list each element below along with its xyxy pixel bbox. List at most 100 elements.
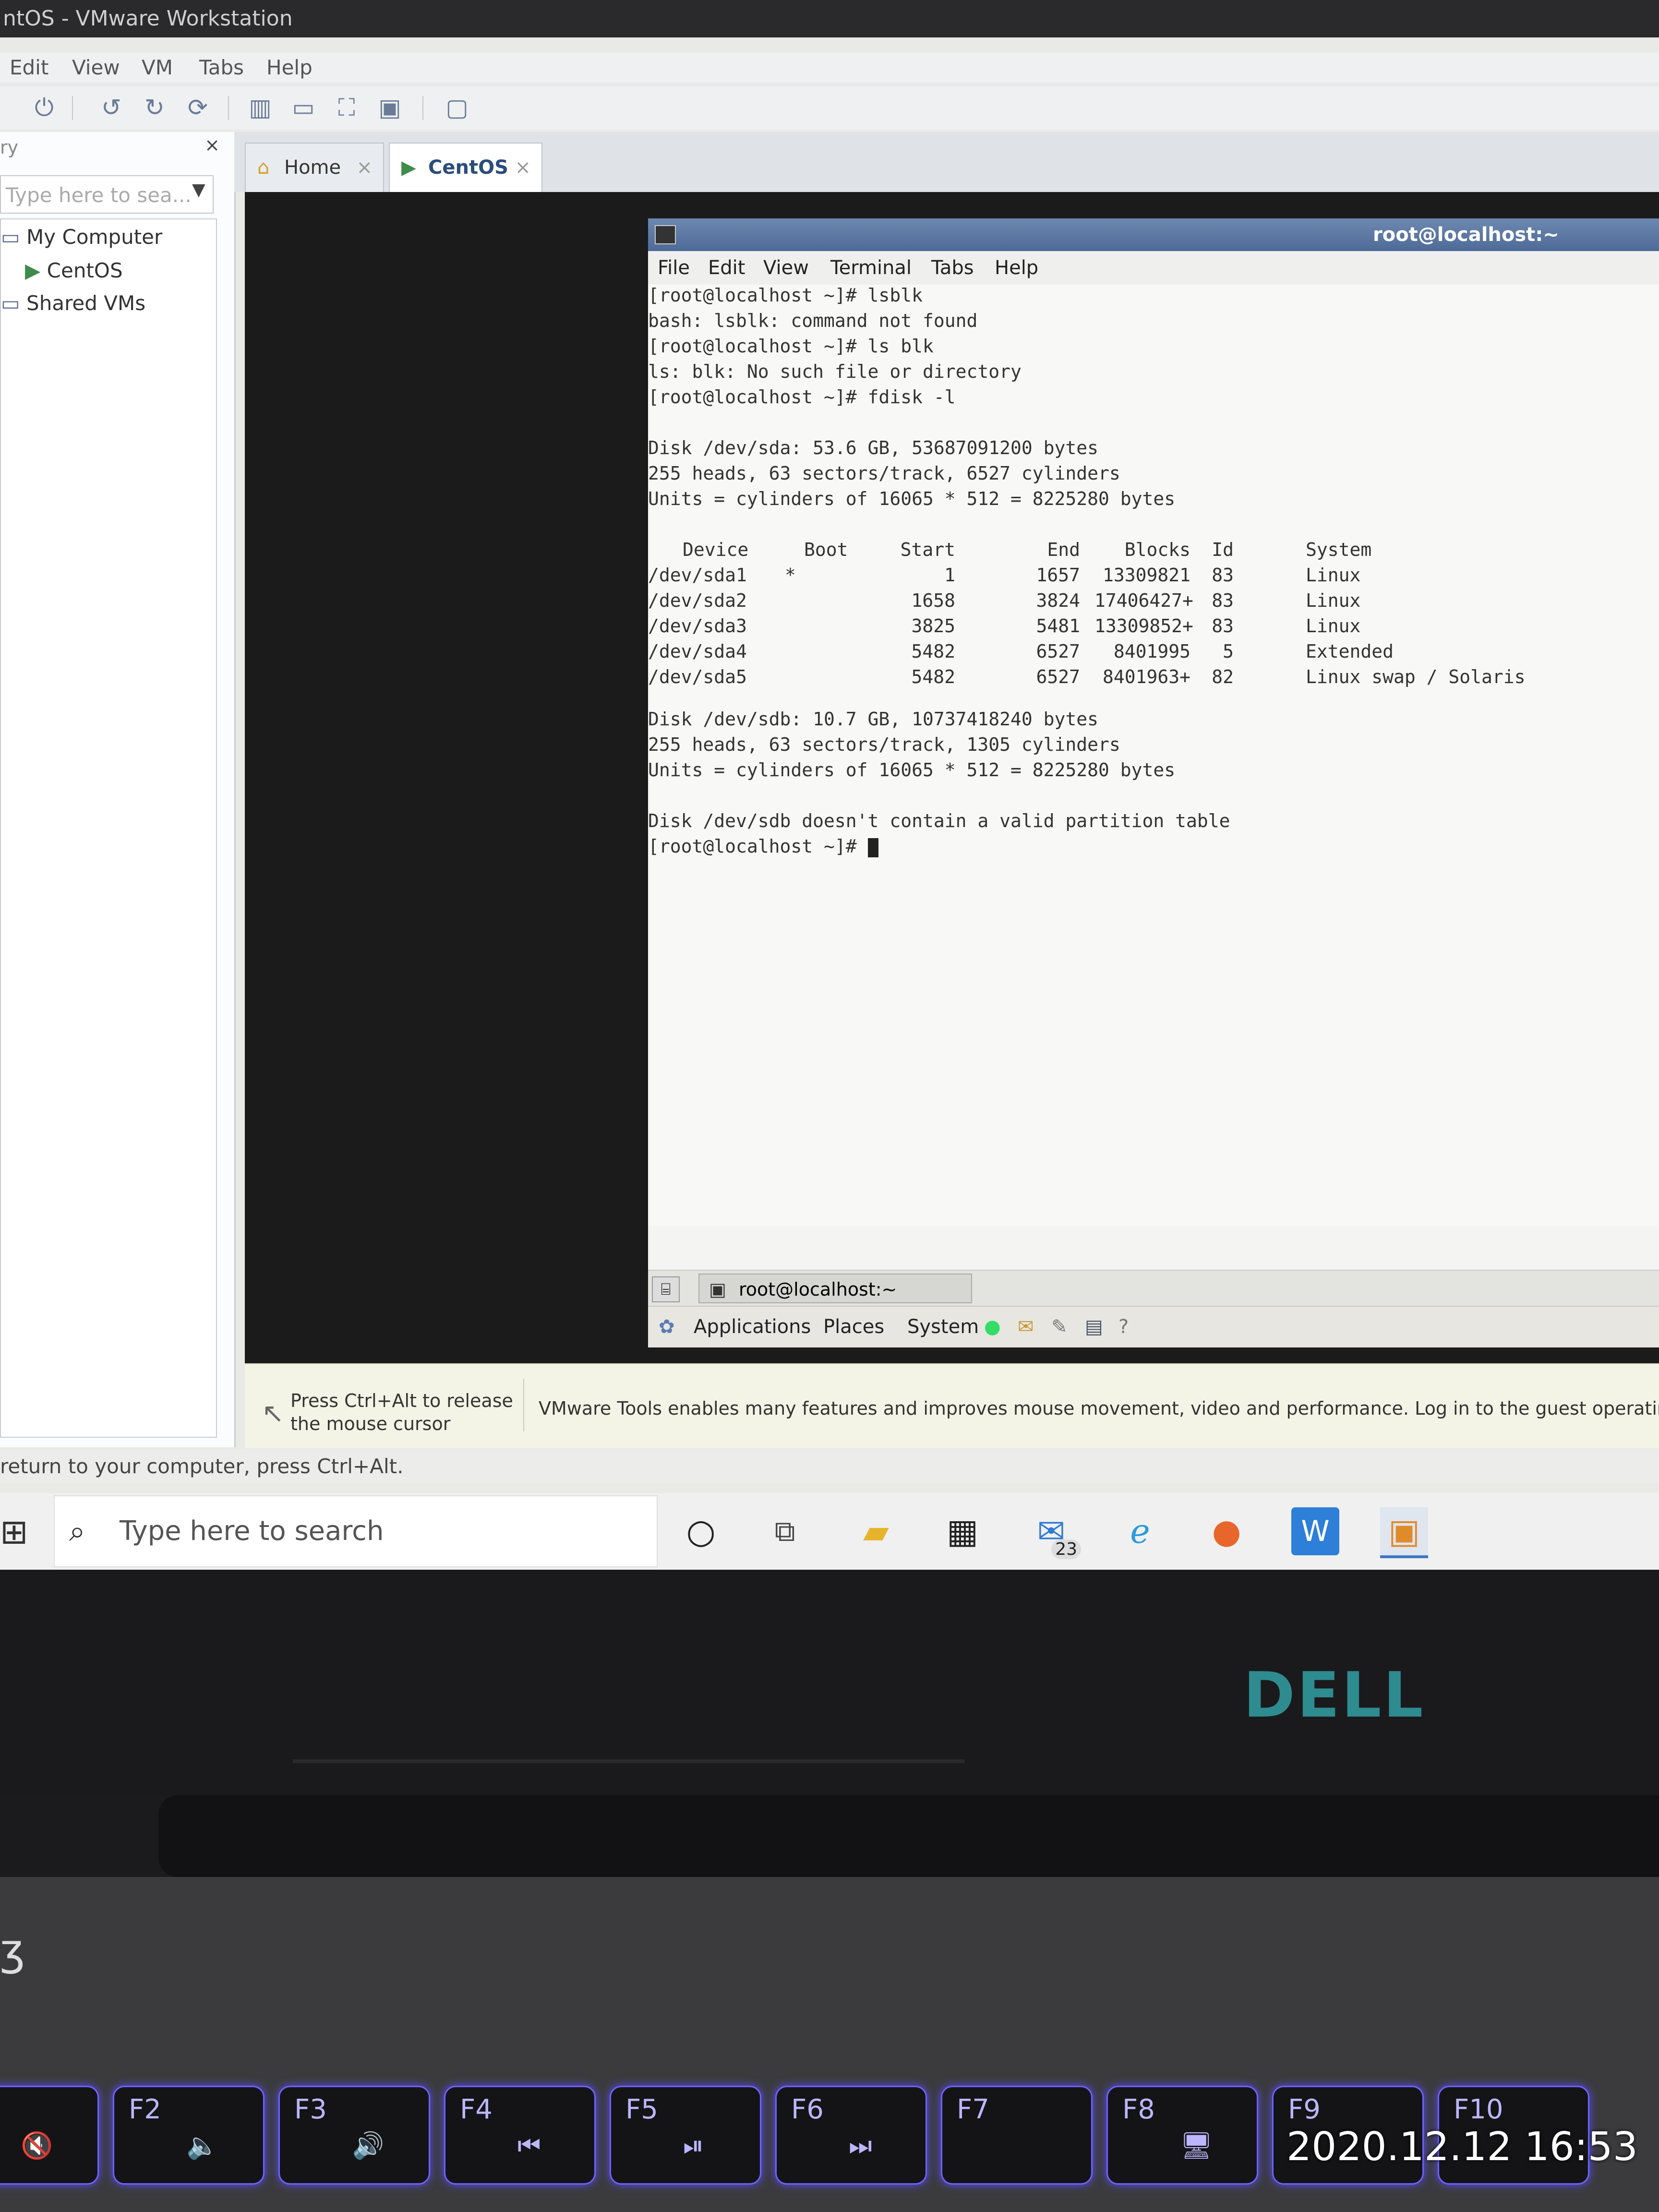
partition-cell: 6527 — [1036, 641, 1080, 662]
file-explorer-icon[interactable]: ▰ — [852, 1507, 900, 1555]
partition-cell: 3825 — [911, 615, 955, 637]
terminal-line: Disk /dev/sda: 53.6 GB, 53687091200 byte… — [648, 437, 1098, 458]
terminal-prompt[interactable]: [root@localhost ~]# — [648, 836, 878, 857]
partition-cell: 1657 — [1036, 565, 1080, 586]
tree-item-centos[interactable]: ▶ CentOS — [25, 259, 123, 282]
terminal-line: Units = cylinders of 16065 * 512 = 82252… — [648, 759, 1176, 781]
terminal-menu-file[interactable]: File — [658, 251, 690, 285]
partition-cell: 1658 — [911, 590, 955, 611]
library-search-input[interactable]: Type here to sea... — [0, 175, 214, 214]
full-screen-icon[interactable]: ⛶ — [331, 92, 362, 123]
terminal-menu-tabs[interactable]: Tabs — [931, 251, 974, 285]
menu-tabs[interactable]: Tabs — [199, 53, 244, 83]
terminal-line: ls: blk: No such file or directory — [648, 361, 1022, 382]
menu-view[interactable]: View — [72, 53, 120, 83]
guest-panel: ✿ Applications Places System ● ✉ ✎ ▤ ? — [648, 1306, 1659, 1347]
partition-cell: 83 — [1212, 590, 1234, 611]
tree-item-my-computer[interactable]: ▭ My Computer — [1, 225, 162, 249]
mail-icon[interactable]: ✉ 23 — [1027, 1507, 1081, 1559]
terminal-output[interactable]: [root@localhost ~]# lsblk bash: lsblk: c… — [648, 285, 1659, 1226]
vm-icon: ▶ — [401, 156, 416, 179]
show-desktop-icon[interactable]: ⌸ — [652, 1276, 680, 1302]
terminal-menu-edit[interactable]: Edit — [708, 251, 745, 285]
thumbnail-bar-icon[interactable]: ▭ — [288, 92, 319, 123]
vmware-icon[interactable]: ▣ — [1380, 1507, 1428, 1558]
key-glyph-icon: ⏭ — [849, 2130, 872, 2161]
browser-launcher-icon[interactable]: ● — [984, 1307, 1001, 1347]
key-glyph-icon: 🔇 — [21, 2130, 53, 2161]
key-label: F6 — [791, 2094, 824, 2125]
windows-start-icon[interactable]: ⊞ — [0, 1512, 28, 1551]
partition-cell: Linux swap / Solaris — [1306, 666, 1526, 687]
logo-fragment: ʒ — [0, 1925, 25, 1975]
tree-item-shared-vms[interactable]: ▭ Shared VMs — [1, 291, 145, 315]
unity-icon[interactable]: ▣ — [374, 92, 405, 123]
power-icon[interactable]: ⏻ — [29, 92, 60, 123]
screen-launcher-icon[interactable]: ▤ — [1085, 1307, 1103, 1347]
tab-centos[interactable]: ▶ CentOS × — [389, 143, 542, 192]
menu-help[interactable]: Help — [266, 53, 313, 83]
manage-snapshots-icon[interactable]: ⟳ — [182, 92, 213, 123]
panel-system[interactable]: System — [907, 1307, 979, 1347]
terminal-app-icon: ▣ — [709, 1279, 726, 1300]
partition-cell: Extended — [1306, 641, 1394, 662]
partition-cell: 5482 — [911, 666, 955, 687]
panel-applications[interactable]: Applications — [694, 1307, 811, 1347]
tab-home[interactable]: ⌂ Home × — [245, 143, 384, 192]
terminal-titlebar: root@localhost:~ — [648, 218, 1659, 251]
terminal-line: 255 heads, 63 sectors/track, 6527 cylind… — [648, 463, 1120, 484]
terminal-line: bash: lsblk: command not found — [648, 310, 978, 331]
partition-cell: 5 — [1223, 641, 1234, 662]
partition-cell: 8401963+ — [1102, 666, 1190, 687]
cortana-icon[interactable]: ○ — [677, 1507, 725, 1555]
menu-vm[interactable]: VM — [142, 53, 173, 83]
partition-cell: /dev/sda2 — [648, 590, 747, 611]
terminal-menu-terminal[interactable]: Terminal — [830, 251, 912, 285]
partition-cell: 5481 — [1036, 615, 1080, 637]
guest-task-terminal[interactable]: ▣ root@localhost:~ — [698, 1274, 972, 1303]
revert-icon[interactable]: ↻ — [139, 92, 170, 123]
partition-cell: /dev/sda3 — [648, 615, 747, 637]
library-tree: ▭ My Computer ▶ CentOS ▭ Shared VMs — [0, 218, 217, 1438]
firefox-icon[interactable]: ● — [1202, 1507, 1250, 1555]
terminal-menu-view[interactable]: View — [763, 251, 809, 285]
close-tab-icon[interactable]: × — [356, 144, 373, 192]
chevron-down-icon[interactable]: ▼ — [192, 180, 205, 200]
key-label: F5 — [625, 2094, 658, 2125]
key-glyph-icon: 🖥 — [1180, 2130, 1213, 2161]
terminal-menu-help[interactable]: Help — [995, 251, 1038, 285]
panel-places[interactable]: Places — [823, 1307, 884, 1347]
snapshot-icon[interactable]: ↺ — [96, 92, 127, 123]
menu-edit[interactable]: Edit — [10, 53, 48, 83]
function-key: F6 ⏭ — [775, 2086, 927, 2185]
store-icon[interactable]: ▦ — [938, 1507, 986, 1555]
partition-cell: 17406427+ — [1094, 590, 1193, 611]
key-glyph-icon: 🔈 — [186, 2130, 219, 2161]
key-label: F3 — [294, 2094, 327, 2125]
console-view-icon[interactable]: ▢ — [442, 92, 472, 123]
partition-cell: 83 — [1212, 565, 1234, 586]
partition-cell: 5482 — [911, 641, 955, 662]
internet-explorer-icon[interactable]: ℯ — [1116, 1507, 1164, 1555]
close-library-icon[interactable]: × — [204, 134, 220, 156]
key-label: F8 — [1122, 2094, 1155, 2125]
terminal-line: [root@localhost ~]# fdisk -l — [648, 386, 956, 408]
window-title: ntOS - VMware Workstation — [0, 0, 1659, 37]
editor-launcher-icon[interactable]: ✎ — [1051, 1307, 1068, 1347]
terminal-line: [root@localhost ~]# lsblk — [648, 285, 923, 306]
wps-icon[interactable]: W — [1291, 1507, 1339, 1555]
close-tab-icon[interactable]: × — [515, 144, 531, 192]
function-key: F8 🖥 — [1106, 2086, 1258, 2185]
function-key: F2 🔈 — [113, 2086, 264, 2185]
taskbar-search-input[interactable]: ⌕ Type here to search — [54, 1495, 658, 1567]
show-library-icon[interactable]: ▥ — [245, 92, 276, 123]
mail-launcher-icon[interactable]: ✉ — [1018, 1307, 1034, 1347]
help-launcher-icon[interactable]: ? — [1118, 1307, 1129, 1347]
laptop-hinge — [158, 1795, 1659, 1877]
partition-cell: 8401995 — [1113, 641, 1190, 662]
function-key: F7 — [941, 2086, 1093, 2185]
task-view-icon[interactable]: ⧉ — [761, 1507, 809, 1555]
guest-taskbar: ⌸ ▣ root@localhost:~ — [648, 1270, 1659, 1307]
status-bar: return to your computer, press Ctrl+Alt. — [0, 1450, 1659, 1483]
photo-timestamp: 2020.12.12 16:53 — [1286, 2124, 1638, 2170]
